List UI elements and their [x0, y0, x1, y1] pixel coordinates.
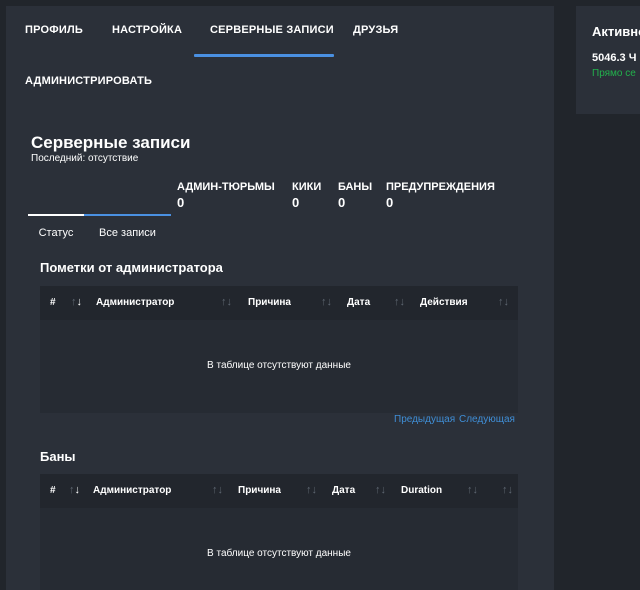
profile-panel: ПРОФИЛЬ НАСТРОЙКА СЕРВЕРНЫЕ ЗАПИСИ ДРУЗЬ…: [6, 6, 554, 590]
stat-bans: БАНЫ 0: [338, 181, 372, 210]
records-title: Серверные записи: [31, 133, 191, 152]
notes-title: Пометки от администратора: [40, 260, 223, 275]
sort-icon[interactable]: ↑↓: [467, 484, 478, 496]
column-header-date[interactable]: Дата: [347, 297, 370, 308]
column-header-reason[interactable]: Причина: [238, 485, 281, 496]
empty-table-message: В таблице отсутствуют данные: [207, 360, 351, 371]
column-header-admin[interactable]: Администратор: [93, 485, 171, 496]
sort-icon[interactable]: ↑↓: [498, 296, 509, 308]
stat-value: 0: [177, 195, 185, 210]
stat-label: КИКИ: [292, 181, 322, 193]
tab-server-records[interactable]: СЕРВЕРНЫЕ ЗАПИСИ: [210, 24, 334, 36]
stat-kicks: КИКИ 0: [292, 181, 321, 210]
tab-settings[interactable]: НАСТРОЙКА: [112, 24, 182, 36]
activity-hours: 5046.3 Ч: [592, 52, 637, 64]
bans-table: # ↑↓ Администратор ↑↓ Причина ↑↓ Дата ↑↓…: [40, 474, 518, 590]
column-header-duration[interactable]: Duration: [401, 485, 442, 496]
column-header-reason[interactable]: Причина: [248, 297, 291, 308]
sort-icon[interactable]: ↑↓: [69, 484, 80, 496]
sort-icon[interactable]: ↑↓: [321, 296, 332, 308]
column-header-number[interactable]: #: [50, 297, 56, 308]
stat-admin-jails: АДМИН-ТЮРЬМЫ 0: [177, 181, 275, 210]
table-header: # ↑↓ Администратор ↑↓ Причина ↑↓ Дата ↑↓…: [40, 474, 518, 508]
stat-label: БАНЫ: [338, 181, 373, 193]
tab-profile[interactable]: ПРОФИЛЬ: [25, 24, 83, 36]
sort-icon[interactable]: ↑↓: [221, 296, 232, 308]
sort-icon[interactable]: ↑↓: [375, 484, 386, 496]
stat-warnings: ПРЕДУПРЕЖДЕНИЯ 0: [386, 181, 495, 210]
sort-icon[interactable]: ↑↓: [306, 484, 317, 496]
records-last-label: Последний: отсутствие: [31, 153, 139, 164]
activity-status: Прямо се: [592, 68, 636, 79]
column-header-actions[interactable]: Действия: [420, 297, 468, 308]
activity-title: Активно: [592, 24, 640, 39]
notes-table: # ↑↓ Администратор ↑↓ Причина ↑↓ Дата ↑↓…: [40, 286, 518, 413]
activity-panel: Активно 5046.3 Ч Прямо се: [576, 6, 640, 114]
stat-value: 0: [292, 195, 300, 210]
sort-icon[interactable]: ↑↓: [502, 484, 513, 496]
previous-page-link[interactable]: Предыдущая: [394, 414, 455, 425]
bans-title: Баны: [40, 449, 76, 464]
tab-friends[interactable]: ДРУЗЬЯ: [353, 24, 398, 36]
next-page-link[interactable]: Следующая: [459, 414, 515, 425]
column-header-admin[interactable]: Администратор: [96, 297, 174, 308]
stat-value: 0: [338, 195, 346, 210]
subtab-status[interactable]: Статус: [28, 214, 84, 246]
tab-administrate[interactable]: АДМИНИСТРИРОВАТЬ: [25, 75, 152, 87]
table-header: # ↑↓ Администратор ↑↓ Причина ↑↓ Дата ↑↓…: [40, 286, 518, 320]
subtab-all-records[interactable]: Все записи: [84, 214, 171, 246]
sort-icon[interactable]: ↑↓: [71, 296, 82, 308]
stat-label: АДМИН-ТЮРЬМЫ: [177, 181, 275, 193]
active-tab-indicator: [194, 54, 334, 57]
stat-value: 0: [386, 195, 394, 210]
sort-icon[interactable]: ↑↓: [394, 296, 405, 308]
column-header-date[interactable]: Дата: [332, 485, 355, 496]
sort-icon[interactable]: ↑↓: [212, 484, 223, 496]
column-header-number[interactable]: #: [50, 485, 56, 496]
stat-label: ПРЕДУПРЕЖДЕНИЯ: [386, 181, 495, 193]
empty-table-message: В таблице отсутствуют данные: [207, 548, 351, 559]
